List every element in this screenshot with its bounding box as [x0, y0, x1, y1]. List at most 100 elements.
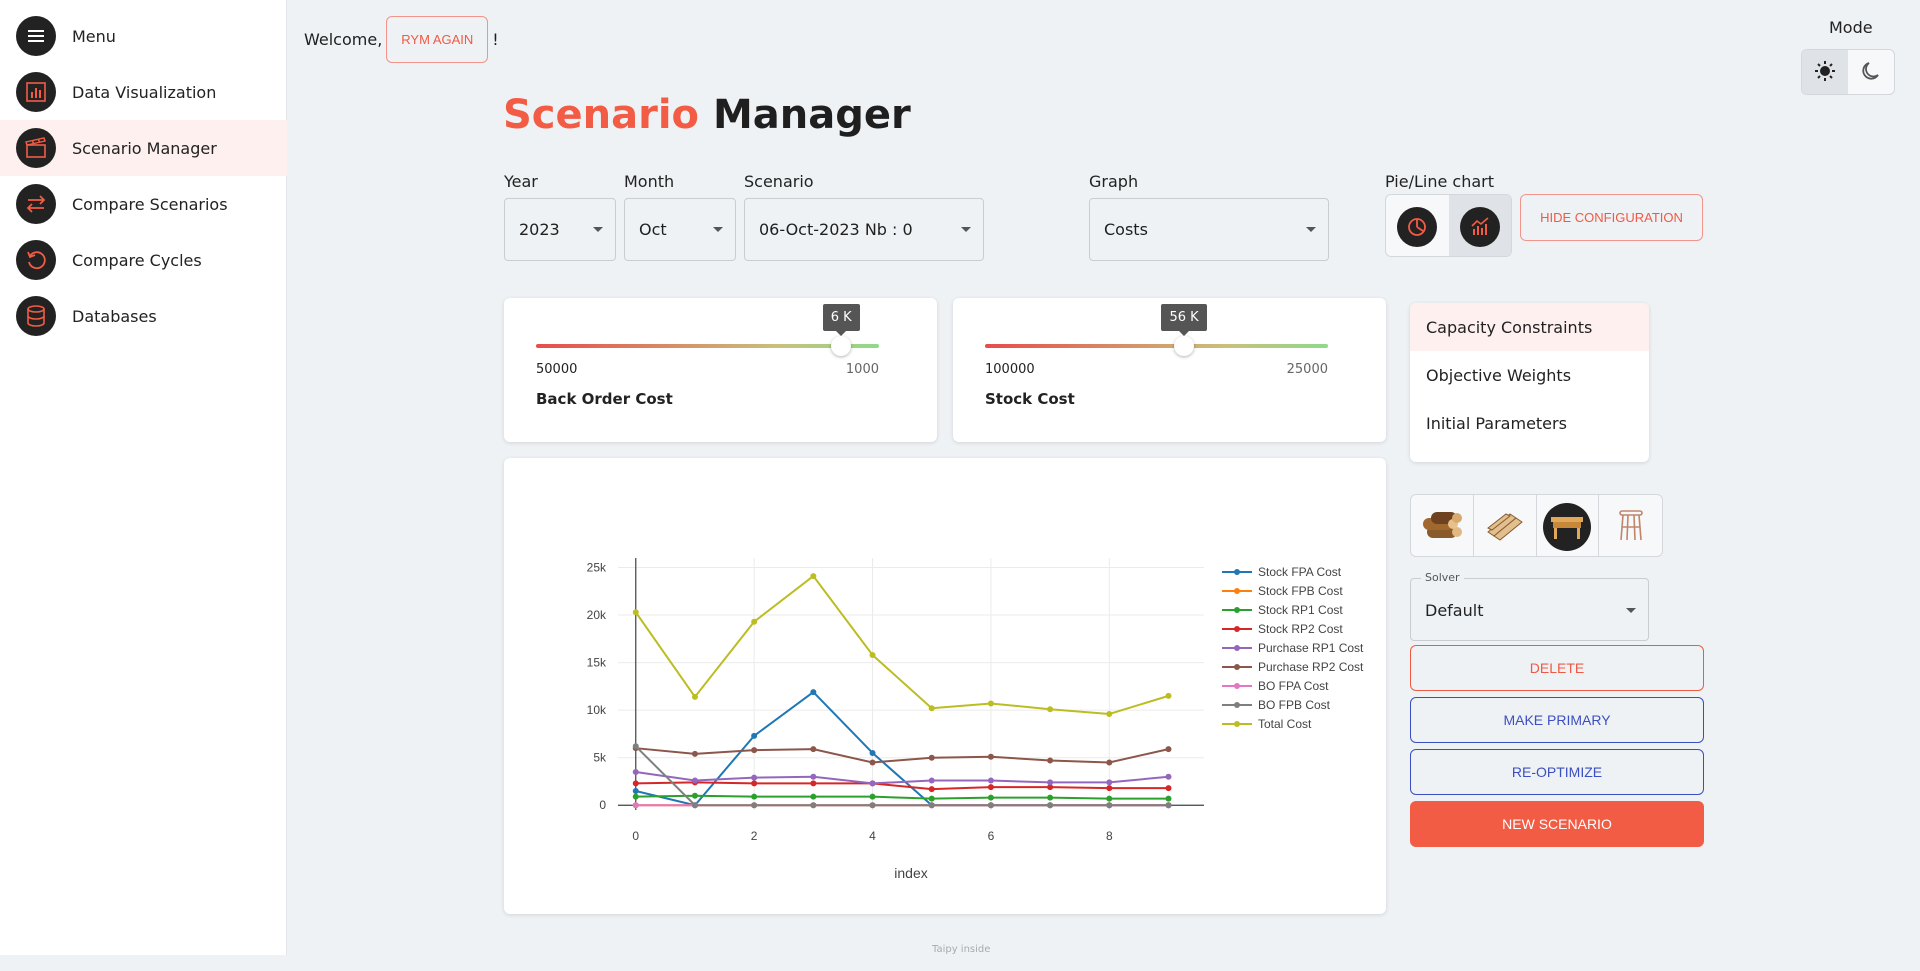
dark-mode-button[interactable]	[1848, 50, 1894, 94]
sidebar-item-scenario-manager[interactable]: Scenario Manager	[0, 120, 287, 176]
data-point[interactable]	[928, 777, 935, 784]
scenario-select[interactable]: 06-Oct-2023 Nb : 0	[744, 198, 984, 261]
data-point[interactable]	[928, 754, 935, 761]
menu-item-capacity-constraints[interactable]: Capacity Constraints	[1410, 303, 1649, 351]
data-point[interactable]	[869, 780, 876, 787]
legend-entry[interactable]: Total Cost	[1258, 717, 1312, 731]
data-point[interactable]	[987, 802, 994, 809]
data-point[interactable]	[869, 749, 876, 756]
data-point[interactable]	[1165, 802, 1172, 809]
data-point[interactable]	[987, 794, 994, 801]
data-point[interactable]	[751, 780, 758, 787]
data-point[interactable]	[632, 768, 639, 775]
data-point[interactable]	[1106, 779, 1113, 786]
legend-entry[interactable]: Purchase RP1 Cost	[1258, 641, 1364, 655]
data-point[interactable]	[869, 651, 876, 658]
product-logs-button[interactable]	[1411, 495, 1474, 556]
legend-entry[interactable]: Stock FPB Cost	[1258, 584, 1343, 598]
data-point[interactable]	[751, 774, 758, 781]
data-point[interactable]	[751, 732, 758, 739]
data-point[interactable]	[987, 753, 994, 760]
data-point[interactable]	[1165, 692, 1172, 699]
menu-item-initial-parameters[interactable]: Initial Parameters	[1410, 399, 1649, 447]
data-point[interactable]	[1047, 757, 1054, 764]
data-point[interactable]	[810, 746, 817, 753]
product-table-button[interactable]	[1537, 495, 1600, 556]
legend-entry[interactable]: Stock RP1 Cost	[1258, 603, 1343, 617]
data-point[interactable]	[810, 802, 817, 809]
year-select[interactable]: 2023	[504, 198, 616, 261]
sidebar-item-databases[interactable]: Databases	[0, 288, 287, 344]
legend-entry[interactable]: Purchase RP2 Cost	[1258, 660, 1364, 674]
data-point[interactable]	[928, 786, 935, 793]
data-point[interactable]	[810, 573, 817, 580]
data-point[interactable]	[1165, 746, 1172, 753]
data-point[interactable]	[632, 780, 639, 787]
data-point[interactable]	[632, 802, 639, 809]
data-point[interactable]	[751, 802, 758, 809]
data-point[interactable]	[869, 759, 876, 766]
new-scenario-button[interactable]: NEW SCENARIO	[1410, 801, 1704, 847]
data-point[interactable]	[632, 793, 639, 800]
data-point[interactable]	[1106, 785, 1113, 792]
data-point[interactable]	[1106, 795, 1113, 802]
data-point[interactable]	[869, 802, 876, 809]
costs-line-chart[interactable]: 0 5k 10k 15k 20k 25k 0 2 4 6 8 index Stock FPA Cost S…	[504, 458, 1386, 914]
data-point[interactable]	[1047, 794, 1054, 801]
make-primary-button[interactable]: MAKE PRIMARY	[1410, 697, 1704, 743]
sidebar-item-compare-cycles[interactable]: Compare Cycles	[0, 232, 287, 288]
data-point[interactable]	[869, 793, 876, 800]
user-button[interactable]: RYM AGAIN	[386, 16, 489, 63]
line-chart-button[interactable]	[1448, 195, 1511, 256]
product-planks-button[interactable]	[1474, 495, 1537, 556]
back-order-cost-slider-thumb[interactable]	[831, 336, 852, 356]
data-point[interactable]	[987, 784, 994, 791]
data-point[interactable]	[1165, 795, 1172, 802]
data-point[interactable]	[691, 802, 698, 809]
data-point[interactable]	[928, 705, 935, 712]
data-point[interactable]	[1047, 706, 1054, 713]
graph-select[interactable]: Costs	[1089, 198, 1329, 261]
legend-entry[interactable]: Stock FPA Cost	[1258, 565, 1342, 579]
stock-cost-slider-thumb[interactable]	[1173, 336, 1194, 356]
data-point[interactable]	[1165, 785, 1172, 792]
data-point[interactable]	[691, 777, 698, 784]
product-stool-button[interactable]	[1599, 495, 1662, 556]
data-point[interactable]	[810, 773, 817, 780]
data-point[interactable]	[928, 795, 935, 802]
data-point[interactable]	[1106, 802, 1113, 809]
legend-entry[interactable]: BO FPA Cost	[1258, 679, 1329, 693]
data-point[interactable]	[751, 747, 758, 754]
legend-entry[interactable]: BO FPB Cost	[1258, 698, 1331, 712]
data-point[interactable]	[928, 802, 935, 809]
data-point[interactable]	[751, 793, 758, 800]
data-point[interactable]	[632, 787, 639, 794]
data-point[interactable]	[810, 793, 817, 800]
light-mode-button[interactable]	[1802, 50, 1848, 94]
sidebar-item-menu[interactable]: Menu	[0, 8, 287, 64]
data-point[interactable]	[1106, 710, 1113, 717]
data-point[interactable]	[691, 750, 698, 757]
pie-chart-button[interactable]	[1386, 195, 1449, 256]
sidebar-item-data-visualization[interactable]: Data Visualization	[0, 64, 287, 120]
data-point[interactable]	[1047, 779, 1054, 786]
delete-button[interactable]: DELETE	[1410, 645, 1704, 691]
data-point[interactable]	[1106, 759, 1113, 766]
hide-configuration-button[interactable]: HIDE CONFIGURATION	[1520, 194, 1703, 241]
data-point[interactable]	[810, 689, 817, 696]
re-optimize-button[interactable]: RE-OPTIMIZE	[1410, 749, 1704, 795]
data-point[interactable]	[1165, 773, 1172, 780]
data-point[interactable]	[987, 777, 994, 784]
data-point[interactable]	[691, 693, 698, 700]
data-point[interactable]	[810, 780, 817, 787]
legend-entry[interactable]: Stock RP2 Cost	[1258, 622, 1343, 636]
data-point[interactable]	[632, 609, 639, 616]
month-select[interactable]: Oct	[624, 198, 736, 261]
solver-select[interactable]: Solver Default	[1410, 571, 1649, 641]
sidebar-item-compare-scenarios[interactable]: Compare Scenarios	[0, 176, 287, 232]
data-point[interactable]	[632, 743, 639, 750]
data-point[interactable]	[691, 792, 698, 799]
data-point[interactable]	[987, 700, 994, 707]
menu-item-objective-weights[interactable]: Objective Weights	[1410, 351, 1649, 399]
data-point[interactable]	[1047, 802, 1054, 809]
